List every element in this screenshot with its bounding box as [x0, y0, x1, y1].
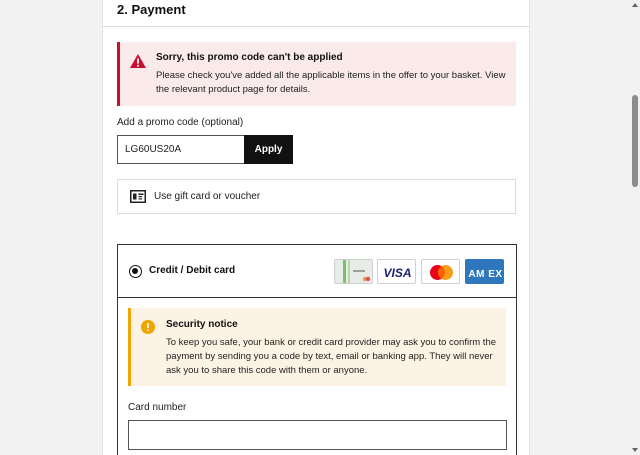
scroll-up-arrow-icon[interactable]: [632, 3, 638, 7]
gift-card-logo: [334, 259, 373, 284]
gift-card-label: Use gift card or voucher: [154, 191, 261, 202]
gift-card-option[interactable]: Use gift card or voucher: [117, 179, 516, 214]
notice-title: Security notice: [166, 319, 238, 330]
section-title: 2. Payment: [117, 2, 186, 17]
scroll-down-arrow-icon[interactable]: [632, 448, 638, 452]
payment-panel: 2. Payment Sorry, this promo code can't …: [102, 0, 530, 455]
alert-message: Please check you've added all the applic…: [156, 70, 506, 95]
card-payment-option: Credit / Debit card VISA AM EX Security …: [117, 244, 517, 455]
card-number-input[interactable]: [128, 420, 507, 450]
alert-title: Sorry, this promo code can't be applied: [156, 52, 343, 63]
amex-logo: AM EX: [465, 259, 504, 284]
promo-code-label: Add a promo code (optional): [117, 117, 244, 128]
scrollbar-thumb[interactable]: [632, 95, 638, 187]
warning-triangle-icon: [130, 54, 146, 68]
gift-card-icon: [130, 190, 146, 203]
promo-code-input[interactable]: [117, 135, 244, 164]
amex-logo-text: AM EX: [468, 269, 502, 280]
card-payment-radio[interactable]: [129, 265, 142, 278]
card-payment-label: Credit / Debit card: [149, 265, 236, 276]
divider: [103, 26, 529, 27]
apply-promo-button[interactable]: Apply: [244, 135, 293, 164]
visa-logo-text: VISA: [383, 266, 411, 280]
card-payment-header[interactable]: Credit / Debit card VISA AM EX: [118, 245, 516, 298]
visa-logo: VISA: [377, 259, 416, 284]
page-scrollbar[interactable]: [630, 0, 640, 455]
card-number-label: Card number: [128, 402, 187, 413]
security-notice: Security notice To keep you safe, your b…: [128, 308, 506, 386]
info-exclamation-icon: [141, 320, 155, 334]
promo-error-alert: Sorry, this promo code can't be applied …: [117, 42, 516, 106]
mastercard-logo: [421, 259, 460, 284]
notice-message: To keep you safe, your bank or credit ca…: [166, 337, 497, 376]
